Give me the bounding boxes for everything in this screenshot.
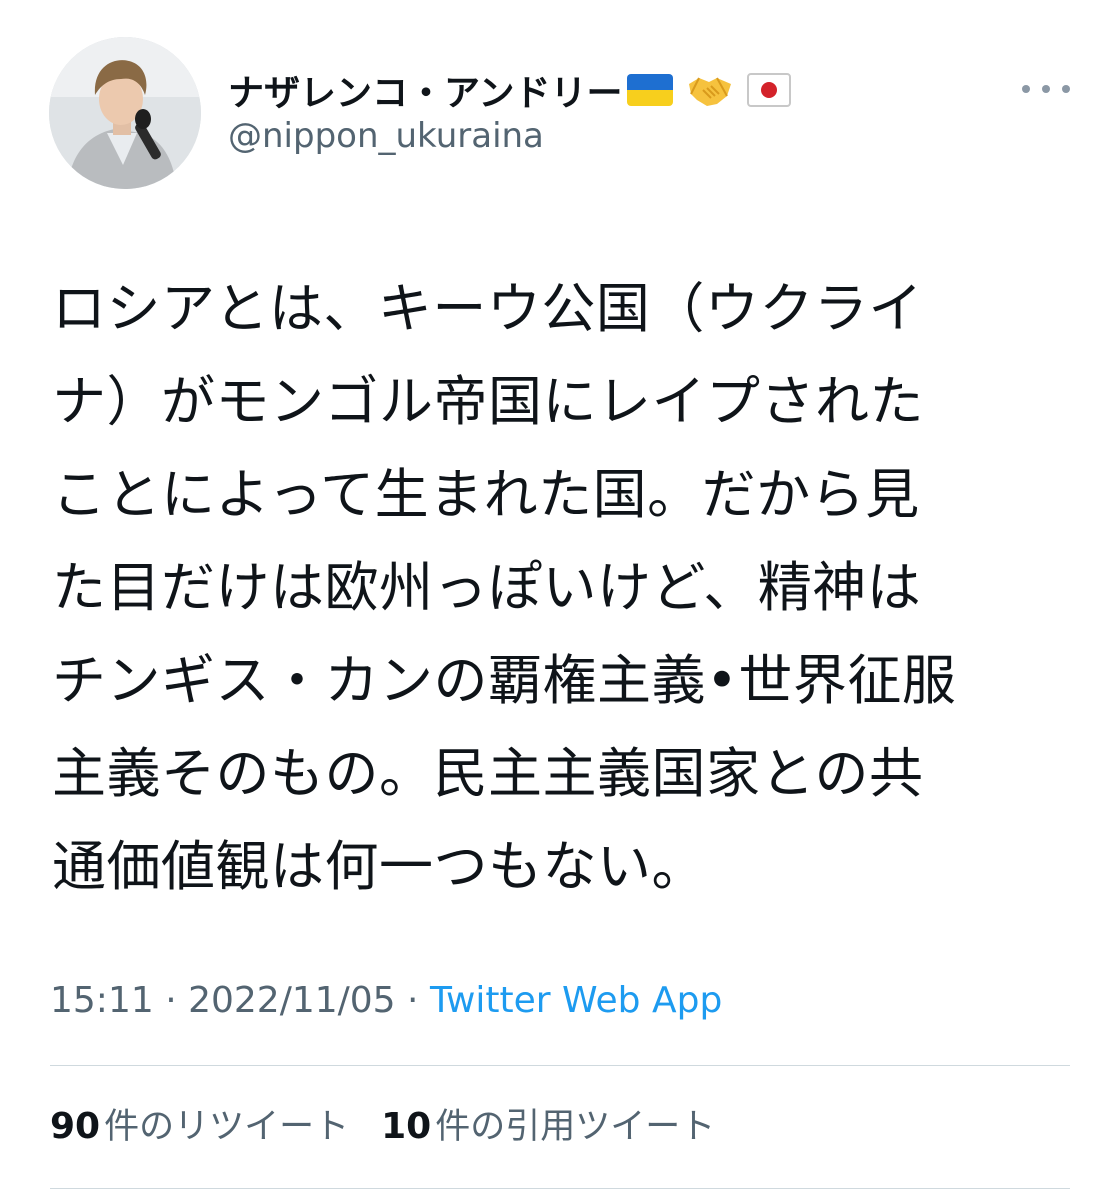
quote-tweets-stat[interactable]: 10 件の引用ツイート: [381, 1100, 715, 1154]
retweets-stat[interactable]: 90 件のリツイート: [50, 1100, 349, 1154]
tweet-date[interactable]: 2022/11/05: [188, 980, 396, 1021]
meta-separator: ·: [153, 980, 189, 1021]
avatar-photo: [49, 37, 201, 189]
tweet-text-line: チンギス・カンの覇権主義•世界征服: [52, 649, 957, 712]
quotes-count: 10: [381, 1106, 432, 1147]
tweet-text-line: 通価値観は何一つもない。: [52, 835, 706, 898]
tweet-text-line: 主義そのもの。民主主義国家との共: [52, 742, 924, 805]
avatar[interactable]: [49, 37, 201, 189]
handshake-icon: [687, 70, 733, 110]
meta-separator: ·: [395, 980, 430, 1021]
retweets-count: 90: [50, 1106, 101, 1147]
retweets-label: 件のリツイート: [104, 1107, 350, 1147]
tweet-text-line: た目だけは欧州っぽいけど、精神は: [52, 556, 922, 619]
author-display-name[interactable]: ナザレンコ・アンドリー: [228, 64, 623, 116]
tweet-source-link[interactable]: Twitter Web App: [430, 980, 722, 1021]
japan-flag-icon: [746, 73, 791, 107]
tweet-stats: 90 件のリツイート 10 件の引用ツイート: [50, 1100, 715, 1154]
tweet-text-line: ことによって生まれた国。だから見: [52, 463, 920, 526]
author-name-row[interactable]: ナザレンコ・アンドリー: [228, 62, 791, 118]
quotes-label: 件の引用ツイート: [435, 1107, 716, 1147]
divider: [50, 1188, 1070, 1189]
tweet-detail: ナザレンコ・アンドリー @nippon_ukuraina ロシアとは、キーウ公国…: [0, 0, 1119, 1200]
tweet-text: ロシアとは、キーウ公国（ウクライ ナ）がモンゴル帝国にレイプされた ことによって…: [52, 262, 1067, 913]
more-dot: [1022, 85, 1030, 93]
more-dot: [1042, 85, 1050, 93]
ukraine-flag-icon: [626, 74, 673, 106]
author-handle[interactable]: @nippon_ukuraina: [228, 116, 544, 156]
more-options-icon[interactable]: [1022, 74, 1070, 104]
tweet-time[interactable]: 15:11: [50, 980, 154, 1021]
tweet-text-line: ナ）がモンゴル帝国にレイプされた: [52, 370, 924, 433]
divider: [50, 1065, 1070, 1066]
tweet-meta: 15:11 · 2022/11/05 · Twitter Web App: [50, 976, 722, 1026]
more-dot: [1062, 85, 1070, 93]
tweet-text-line: ロシアとは、キーウ公国（ウクライ: [52, 277, 923, 340]
